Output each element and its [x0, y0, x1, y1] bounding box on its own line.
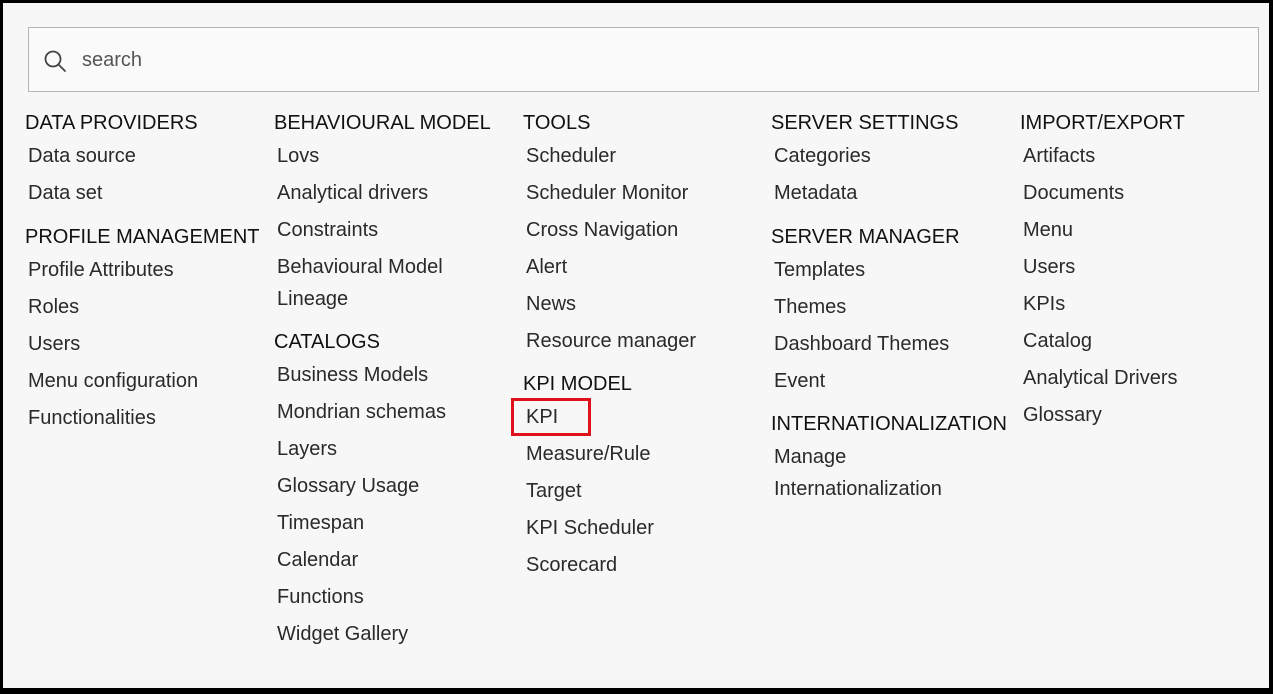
group-title: CATALOGS — [274, 331, 380, 353]
menu-item-dashboard-themes[interactable]: Dashboard Themes — [771, 328, 1016, 360]
menu-item-templates[interactable]: Templates — [771, 254, 1016, 286]
menu-item-menu-configuration[interactable]: Menu configuration — [25, 365, 270, 397]
menu-item-news[interactable]: News — [523, 288, 768, 320]
group-profile-management: PROFILE MANAGEMENT Profile Attributes Ro… — [25, 225, 270, 434]
menu-item-data-source[interactable]: Data source — [25, 140, 270, 172]
menu-column-4: SERVER SETTINGS Categories Metadata SERV… — [771, 111, 1016, 520]
group-title: SERVER MANAGER — [771, 226, 960, 248]
group-server-settings: SERVER SETTINGS Categories Metadata — [771, 111, 1016, 209]
group-kpi-model: KPI MODEL KPI Measure/Rule Target KPI Sc… — [511, 372, 768, 581]
group-tools: TOOLS Scheduler Scheduler Monitor Cross … — [523, 111, 768, 357]
menu-item-metadata[interactable]: Metadata — [771, 177, 1016, 209]
menu-item-calendar[interactable]: Calendar — [274, 544, 519, 576]
menu-item-timespan[interactable]: Timespan — [274, 507, 519, 539]
menu-column-2: BEHAVIOURAL MODEL Lovs Analytical driver… — [274, 111, 519, 665]
menu-item-functions[interactable]: Functions — [274, 581, 519, 613]
menu-item-menu[interactable]: Menu — [1020, 214, 1265, 246]
group-internationalization: INTERNATIONALIZATION Manage Internationa… — [771, 412, 1016, 505]
menu-item-categories[interactable]: Categories — [771, 140, 1016, 172]
menu-item-layers[interactable]: Layers — [274, 433, 519, 465]
group-title: BEHAVIOURAL MODEL — [274, 112, 491, 134]
menu-item-constraints[interactable]: Constraints — [274, 214, 519, 246]
menu-item-alert[interactable]: Alert — [523, 251, 768, 283]
menu-item-lovs[interactable]: Lovs — [274, 140, 519, 172]
menu-item-profile-attributes[interactable]: Profile Attributes — [25, 254, 270, 286]
menu-item-event[interactable]: Event — [771, 365, 1016, 397]
group-title: PROFILE MANAGEMENT — [25, 226, 260, 248]
menu-item-business-models[interactable]: Business Models — [274, 359, 519, 391]
group-behavioural-model: BEHAVIOURAL MODEL Lovs Analytical driver… — [274, 111, 519, 315]
menu-item-analytical-drivers[interactable]: Analytical Drivers — [1020, 362, 1265, 394]
search-box[interactable]: search — [28, 27, 1259, 92]
group-title: KPI MODEL — [523, 373, 632, 395]
group-title: DATA PROVIDERS — [25, 112, 198, 134]
menu-item-glossary[interactable]: Glossary — [1020, 399, 1265, 431]
group-import-export: IMPORT/EXPORT Artifacts Documents Menu U… — [1020, 111, 1265, 431]
menu-item-artifacts[interactable]: Artifacts — [1020, 140, 1265, 172]
group-title: TOOLS — [523, 112, 591, 134]
menu-item-themes[interactable]: Themes — [771, 291, 1016, 323]
search-icon — [44, 50, 66, 72]
menu-item-kpi[interactable]: KPI — [511, 398, 768, 436]
menu-item-roles[interactable]: Roles — [25, 291, 270, 323]
menu-item-analytical-drivers[interactable]: Analytical drivers — [274, 177, 519, 209]
menu-item-users[interactable]: Users — [1020, 251, 1265, 283]
menu-item-target[interactable]: Target — [523, 475, 768, 507]
menu-item-resource-manager[interactable]: Resource manager — [523, 325, 768, 357]
group-catalogs: CATALOGS Business Models Mondrian schema… — [274, 330, 519, 650]
menu-item-scheduler[interactable]: Scheduler — [523, 140, 768, 172]
menu-item-functionalities[interactable]: Functionalities — [25, 402, 270, 434]
menu-panel: search DATA PROVIDERS Data source Data s… — [0, 0, 1273, 694]
menu-item-users[interactable]: Users — [25, 328, 270, 360]
search-input[interactable]: search — [82, 48, 142, 72]
group-server-manager: SERVER MANAGER Templates Themes Dashboar… — [771, 225, 1016, 397]
menu-item-kpi-scheduler[interactable]: KPI Scheduler — [523, 512, 768, 544]
menu-item-scorecard[interactable]: Scorecard — [523, 549, 768, 581]
group-data-providers: DATA PROVIDERS Data source Data set — [25, 111, 270, 209]
menu-item-scheduler-monitor[interactable]: Scheduler Monitor — [523, 177, 768, 209]
menu-item-mondrian-schemas[interactable]: Mondrian schemas — [274, 396, 519, 428]
menu-item-behavioural-model-lineage[interactable]: Behavioural Model Lineage — [274, 251, 477, 315]
menu-column-5: IMPORT/EXPORT Artifacts Documents Menu U… — [1020, 111, 1265, 446]
menu-item-cross-navigation[interactable]: Cross Navigation — [523, 214, 768, 246]
menu-item-measure-rule[interactable]: Measure/Rule — [523, 438, 768, 470]
menu-item-data-set[interactable]: Data set — [25, 177, 270, 209]
menu-item-widget-gallery[interactable]: Widget Gallery — [274, 618, 519, 650]
menu-item-kpis[interactable]: KPIs — [1020, 288, 1265, 320]
menu-column-1: DATA PROVIDERS Data source Data set PROF… — [25, 111, 270, 449]
menu-column-3: TOOLS Scheduler Scheduler Monitor Cross … — [511, 111, 768, 596]
menu-item-documents[interactable]: Documents — [1020, 177, 1265, 209]
menu-item-catalog[interactable]: Catalog — [1020, 325, 1265, 357]
group-title: INTERNATIONALIZATION — [771, 413, 1007, 435]
group-title: IMPORT/EXPORT — [1020, 112, 1185, 134]
menu-item-glossary-usage[interactable]: Glossary Usage — [274, 470, 519, 502]
menu-item-manage-internationalization[interactable]: Manage Internationalization — [771, 441, 974, 505]
group-title: SERVER SETTINGS — [771, 112, 959, 134]
